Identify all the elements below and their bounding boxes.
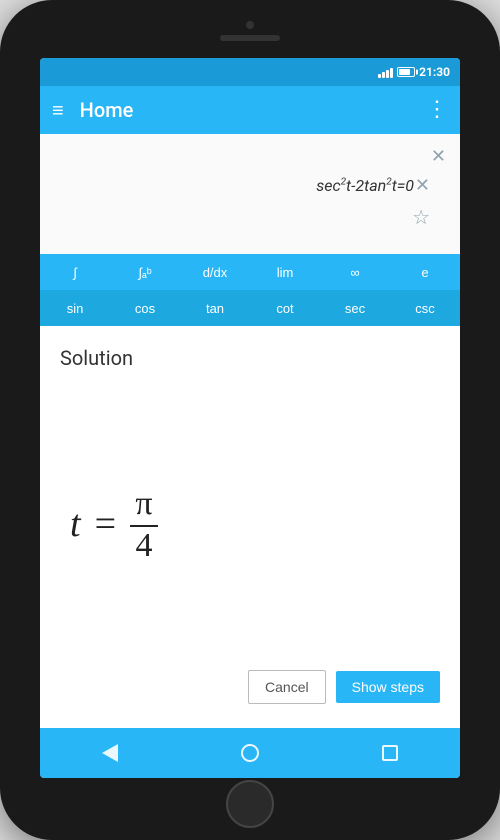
main-content: ✕ sec2t-2tan2t=0 ✕ ☆ ∫ ∫ₐᵇ d/dx lim bbox=[40, 134, 460, 728]
status-icons: 21:30 bbox=[378, 65, 450, 79]
status-time: 21:30 bbox=[419, 65, 450, 79]
sec-button[interactable]: sec bbox=[320, 290, 390, 326]
app-bar: ≡ Home ⋮ bbox=[40, 86, 460, 134]
clear-top-icon[interactable]: ✕ bbox=[431, 146, 446, 167]
phone-frame: 21:30 ≡ Home ⋮ ✕ sec2t-2tan2t=0 ✕ ☆ bbox=[0, 0, 500, 840]
math-keyboard: ∫ ∫ₐᵇ d/dx lim ∞ e sin cos tan cot sec c… bbox=[40, 254, 460, 326]
limit-button[interactable]: lim bbox=[250, 254, 320, 290]
hamburger-icon[interactable]: ≡ bbox=[52, 100, 64, 120]
variable-t: t bbox=[70, 502, 81, 546]
cancel-button[interactable]: Cancel bbox=[248, 670, 326, 704]
equation-display: sec2t-2tan2t=0 bbox=[316, 176, 414, 195]
recents-icon bbox=[382, 745, 398, 761]
back-icon bbox=[102, 744, 118, 762]
phone-bottom bbox=[226, 778, 274, 830]
definite-integral-button[interactable]: ∫ₐᵇ bbox=[110, 254, 180, 290]
phone-camera bbox=[246, 21, 254, 29]
fraction: π 4 bbox=[130, 485, 158, 563]
signal-icon bbox=[378, 66, 393, 78]
solution-math: t = π 4 bbox=[60, 386, 440, 662]
tan-button[interactable]: tan bbox=[180, 290, 250, 326]
equation-row: sec2t-2tan2t=0 ✕ bbox=[56, 176, 444, 195]
home-button[interactable] bbox=[225, 733, 275, 773]
keyboard-top-row: ∫ ∫ₐᵇ d/dx lim ∞ e bbox=[40, 254, 460, 290]
show-steps-button[interactable]: Show steps bbox=[336, 671, 440, 703]
derivative-button[interactable]: d/dx bbox=[180, 254, 250, 290]
battery-icon bbox=[397, 67, 415, 77]
app-title: Home bbox=[80, 98, 426, 122]
cos-button[interactable]: cos bbox=[110, 290, 180, 326]
euler-button[interactable]: e bbox=[390, 254, 460, 290]
equation-area: ✕ sec2t-2tan2t=0 ✕ ☆ bbox=[40, 134, 460, 254]
equals-sign: = bbox=[95, 502, 116, 546]
clear-equation-icon[interactable]: ✕ bbox=[415, 175, 430, 196]
home-icon bbox=[241, 744, 259, 762]
nav-bar bbox=[40, 728, 460, 778]
physical-home-button[interactable] bbox=[226, 780, 274, 828]
phone-top bbox=[220, 10, 280, 58]
infinity-button[interactable]: ∞ bbox=[320, 254, 390, 290]
recents-button[interactable] bbox=[365, 733, 415, 773]
keyboard-bottom-row: sin cos tan cot sec csc bbox=[40, 290, 460, 326]
favorite-icon[interactable]: ☆ bbox=[412, 205, 430, 229]
denominator-4: 4 bbox=[136, 529, 153, 563]
action-buttons: Cancel Show steps bbox=[60, 662, 440, 712]
phone-speaker bbox=[220, 35, 280, 41]
integral-button[interactable]: ∫ bbox=[40, 254, 110, 290]
solution-area: Solution t = π 4 Cancel Show steps bbox=[40, 326, 460, 728]
more-options-icon[interactable]: ⋮ bbox=[426, 99, 448, 121]
pi-numerator: π bbox=[135, 485, 152, 523]
status-bar: 21:30 bbox=[40, 58, 460, 86]
phone-screen: 21:30 ≡ Home ⋮ ✕ sec2t-2tan2t=0 ✕ ☆ bbox=[40, 58, 460, 778]
cot-button[interactable]: cot bbox=[250, 290, 320, 326]
star-row: ☆ bbox=[56, 205, 444, 229]
sin-button[interactable]: sin bbox=[40, 290, 110, 326]
csc-button[interactable]: csc bbox=[390, 290, 460, 326]
solution-label: Solution bbox=[60, 346, 440, 370]
back-button[interactable] bbox=[85, 733, 135, 773]
